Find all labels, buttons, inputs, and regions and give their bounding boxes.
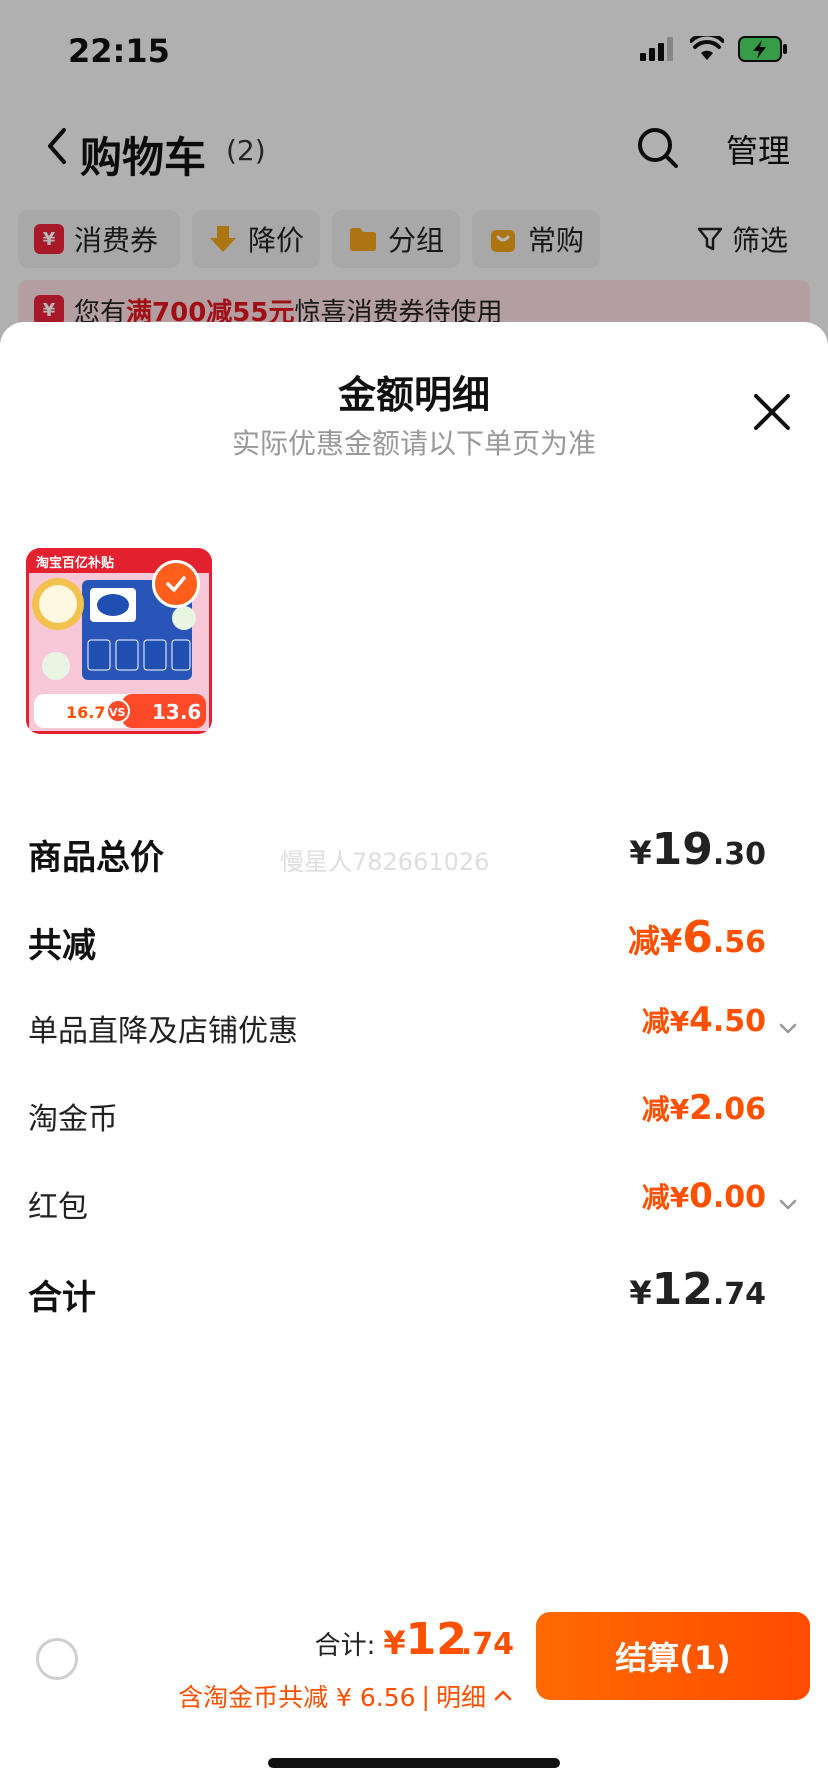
row-value: 减¥6.56 xyxy=(627,912,766,963)
row-value: ¥19.30 xyxy=(629,824,766,875)
row-value: 减¥4.50 xyxy=(641,1000,766,1040)
chevron-down-icon[interactable] xyxy=(776,1192,800,1216)
row-value: ¥12.74 xyxy=(629,1264,766,1315)
row-shop-discount[interactable]: 单品直降及店铺优惠 减¥4.50 xyxy=(28,998,800,1058)
home-indicator xyxy=(268,1758,560,1768)
footer-total: 合计: ¥12.74 xyxy=(315,1614,514,1665)
product-badge-top: 淘宝百亿补贴 xyxy=(36,555,114,571)
row-value: 减¥0.00 xyxy=(641,1176,766,1216)
total-yen: ¥ xyxy=(383,1624,406,1662)
row-taojinbi: 淘金币 减¥2.06 xyxy=(28,1086,800,1146)
row-red-packet[interactable]: 红包 减¥0.00 xyxy=(28,1174,800,1234)
amount-detail-sheet: 金额明细 实际优惠金额请以下单页为准 淘宝百亿补贴 16.7 VS 13.6 慢… xyxy=(0,322,828,1792)
row-label: 淘金币 xyxy=(28,1102,118,1137)
row-label: 共减 xyxy=(28,926,96,966)
chevron-down-icon[interactable] xyxy=(776,1016,800,1040)
total-int: 12 xyxy=(405,1614,467,1665)
product-badge-left: 16.7 xyxy=(66,703,105,722)
product-badge-vs: VS xyxy=(109,706,126,719)
row-label: 红包 xyxy=(28,1190,88,1225)
total-label: 合计: xyxy=(314,1631,376,1661)
close-icon[interactable] xyxy=(744,384,800,440)
sheet-title: 金额明细 xyxy=(337,373,490,417)
row-label: 商品总价 xyxy=(28,838,164,878)
selected-check-icon[interactable] xyxy=(152,560,200,608)
checkout-footer: 合计: ¥12.74 含淘金币共减 ¥ 6.56 | 明细 结算(1) xyxy=(0,1582,828,1792)
row-total-discount: 共减 减¥6.56 xyxy=(28,910,800,970)
discount-text: 含淘金币共减 ¥ 6.56 xyxy=(178,1683,416,1712)
checkout-button[interactable]: 结算(1) xyxy=(536,1612,810,1700)
sheet-subtitle: 实际优惠金额请以下单页为准 xyxy=(231,427,596,460)
product-badge-right: 13.6 xyxy=(152,700,201,724)
row-goods-total: 商品总价 ¥19.30 xyxy=(28,822,800,882)
detail-link[interactable]: 明细 xyxy=(436,1678,486,1714)
divider: | xyxy=(421,1681,430,1711)
row-grand-total: 合计 ¥12.74 xyxy=(28,1262,800,1322)
row-label: 合计 xyxy=(28,1278,96,1318)
total-dec: .74 xyxy=(460,1627,514,1662)
row-label: 单品直降及店铺优惠 xyxy=(28,1014,298,1049)
discount-summary[interactable]: 含淘金币共减 ¥ 6.56 | 明细 xyxy=(178,1678,514,1714)
select-all-checkbox[interactable] xyxy=(36,1638,78,1680)
row-value: 减¥2.06 xyxy=(641,1088,766,1128)
chevron-up-icon[interactable] xyxy=(492,1685,514,1707)
